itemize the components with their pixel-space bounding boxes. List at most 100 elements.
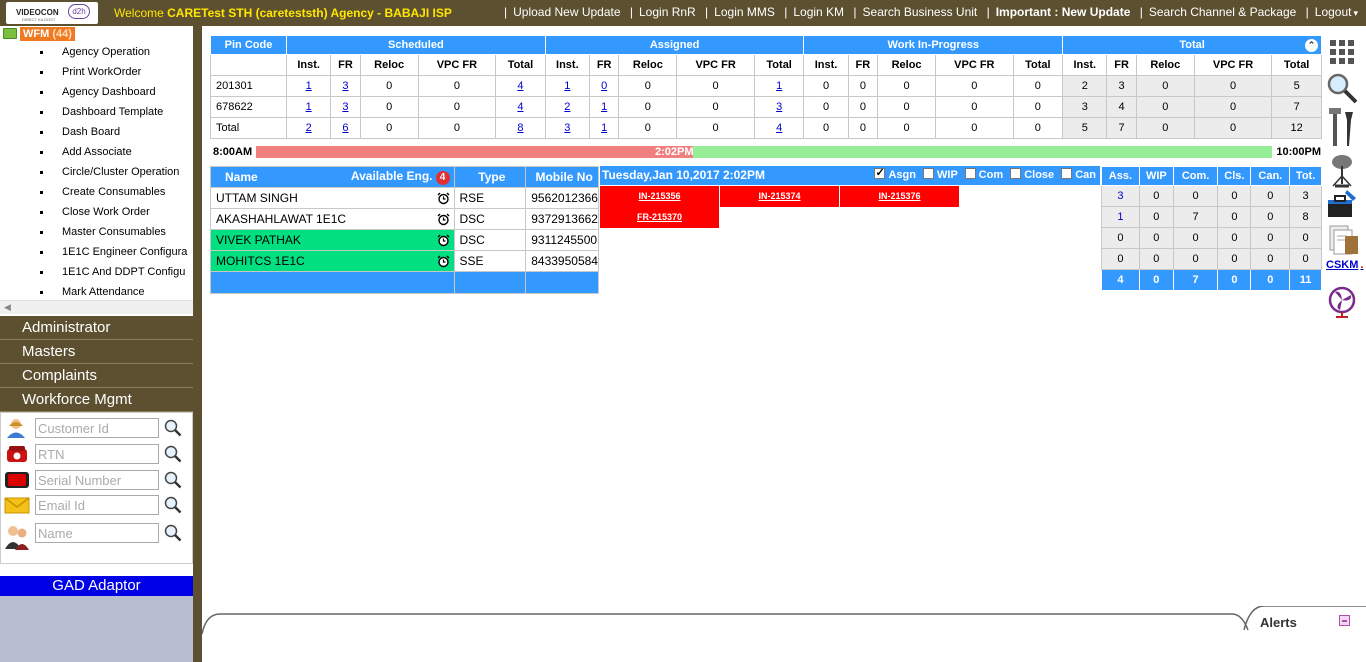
wfm-label[interactable]: WFM (44) xyxy=(20,27,75,41)
toolbox-icon[interactable] xyxy=(1325,188,1359,220)
satellite-dish-icon[interactable] xyxy=(1325,152,1359,188)
important-new-update-link[interactable]: Important : New Update xyxy=(996,5,1131,19)
engineer-row-available[interactable]: VIVEK PATHAK DSC 9311245500 xyxy=(210,229,599,251)
gad-adaptor-bar[interactable]: GAD Adaptor xyxy=(0,576,193,596)
logout-link[interactable]: Logout xyxy=(1315,5,1352,19)
job-fr-215370[interactable]: FR-215370 xyxy=(600,207,719,228)
schedule-subheader: Reloc xyxy=(618,54,678,76)
email-id-input[interactable] xyxy=(35,495,159,515)
schedule-count-link[interactable]: 1 xyxy=(601,122,607,134)
job-in-215376[interactable]: IN-215376 xyxy=(840,186,959,207)
customer-id-input[interactable] xyxy=(35,418,159,438)
schedule-count-link[interactable]: 3 xyxy=(342,80,348,92)
alarm-clock-icon[interactable] xyxy=(437,213,450,226)
schedule-count-link[interactable]: 0 xyxy=(601,80,607,92)
login-rnr-link[interactable]: Login RnR xyxy=(639,5,696,19)
menu-item-dash-board[interactable]: Dash Board xyxy=(40,124,187,144)
search-channel-package-link[interactable]: Search Channel & Package xyxy=(1149,5,1296,19)
schedule-count-cell: 0 xyxy=(1135,117,1195,139)
menu-item-1e1c-engineer-config[interactable]: 1E1C Engineer Configura xyxy=(40,244,187,264)
customer-id-search-icon[interactable] xyxy=(164,419,182,437)
menu-item-dashboard-template[interactable]: Dashboard Template xyxy=(40,104,187,124)
accordion-workforce-mgmt[interactable]: Workforce Mgmt xyxy=(0,388,193,412)
schedule-count-link[interactable]: 3 xyxy=(564,122,570,134)
engineer-name[interactable]: VIVEK PATHAK xyxy=(210,229,455,251)
count-row: 000000 xyxy=(1101,227,1322,249)
available-count-badge: 4 xyxy=(435,171,450,185)
tools-icon[interactable] xyxy=(1325,108,1359,148)
assigned-count-link[interactable]: 3 xyxy=(1117,190,1123,202)
schedule-count-link[interactable]: 4 xyxy=(776,122,782,134)
accordion-complaints[interactable]: Complaints xyxy=(0,364,193,388)
alarm-clock-icon[interactable] xyxy=(437,255,450,268)
filter-wip-checkbox[interactable] xyxy=(923,168,935,179)
job-in-215356[interactable]: IN-215356 xyxy=(600,186,719,207)
upload-new-update-link[interactable]: Upload New Update xyxy=(513,5,620,19)
menu-horizontal-scrollbar[interactable]: ◀ xyxy=(0,300,193,314)
engineer-table: Name Available Eng. 4 Type Mobile No UTTA… xyxy=(210,166,599,294)
menu-item-create-consumables[interactable]: Create Consumables xyxy=(40,184,187,204)
menu-item-add-associate[interactable]: Add Associate xyxy=(40,144,187,164)
menu-item-master-consumables[interactable]: Master Consumables xyxy=(40,224,187,244)
search-business-unit-link[interactable]: Search Business Unit xyxy=(863,5,978,19)
rtn-search-icon[interactable] xyxy=(164,445,182,463)
menu-item-mark-attendance[interactable]: Mark Attendance xyxy=(40,284,187,300)
schedule-count-link[interactable]: 2 xyxy=(306,122,312,134)
engineer-name[interactable]: AKASHAHLAWAT 1E1C xyxy=(210,208,455,230)
engineer-name[interactable]: MOHITCS 1E1C xyxy=(210,250,455,272)
engineer-name[interactable]: UTTAM SINGH xyxy=(210,187,455,209)
filter-can-checkbox[interactable] xyxy=(1061,168,1073,179)
name-search-icon[interactable] xyxy=(164,524,182,542)
engineer-row-available[interactable]: MOHITCS 1E1C SSE 8433950584 xyxy=(210,250,599,272)
engineer-row[interactable]: AKASHAHLAWAT 1E1C DSC 9372913662 xyxy=(210,208,599,230)
schedule-count-link[interactable]: 4 xyxy=(517,101,523,113)
menu-item-print-workorder[interactable]: Print WorkOrder xyxy=(40,64,187,84)
schedule-count-link[interactable]: 3 xyxy=(342,101,348,113)
job-in-215374[interactable]: IN-215374 xyxy=(720,186,839,207)
fan-icon[interactable] xyxy=(1325,286,1359,318)
menu-item-agency-dashboard[interactable]: Agency Dashboard xyxy=(40,84,187,104)
search-icon[interactable] xyxy=(1325,72,1359,104)
schedule-count-link[interactable]: 2 xyxy=(564,101,570,113)
engineer-row[interactable]: UTTAM SINGH RSE 9562012366 xyxy=(210,187,599,209)
menu-item-1e1c-ddpt-config[interactable]: 1E1C And DDPT Configu xyxy=(40,264,187,284)
documents-icon[interactable] xyxy=(1325,224,1359,256)
accordion-masters[interactable]: Masters xyxy=(0,340,193,364)
schedule-count-link[interactable]: 1 xyxy=(306,101,312,113)
logout-dropdown-icon[interactable]: ▾ xyxy=(1353,8,1358,18)
schedule-count-link[interactable]: 8 xyxy=(517,122,523,134)
scroll-left-icon[interactable]: ◀ xyxy=(4,302,11,313)
schedule-count-link[interactable]: 3 xyxy=(776,101,782,113)
email-id-search-icon[interactable] xyxy=(164,496,182,514)
accordion-administrator[interactable]: Administrator xyxy=(0,316,193,340)
serial-number-search-icon[interactable] xyxy=(164,471,182,489)
schedule-count-link[interactable]: 6 xyxy=(342,122,348,134)
schedule-count-link[interactable]: 1 xyxy=(306,80,312,92)
alarm-clock-icon[interactable] xyxy=(437,192,450,205)
schedule-count-link[interactable]: 1 xyxy=(564,80,570,92)
filter-close-checkbox[interactable] xyxy=(1010,168,1022,179)
name-input[interactable] xyxy=(35,523,159,543)
login-km-link[interactable]: Login KM xyxy=(793,5,844,19)
serial-number-input[interactable] xyxy=(35,470,159,490)
assigned-count-link[interactable]: 1 xyxy=(1117,211,1123,223)
alarm-clock-icon[interactable] xyxy=(437,234,450,247)
filter-com-checkbox[interactable] xyxy=(964,168,976,179)
filter-asgn-checkbox[interactable] xyxy=(874,166,886,179)
cskm-link[interactable]: CSKM. xyxy=(1326,259,1363,271)
schedule-count-link[interactable]: 4 xyxy=(517,80,523,92)
collapse-up-icon[interactable]: ⌃ xyxy=(1305,39,1318,52)
schedule-count-cell: 12 xyxy=(1271,117,1322,139)
schedule-count-link[interactable]: 1 xyxy=(776,80,782,92)
menu-item-circle-cluster-operation[interactable]: Circle/Cluster Operation xyxy=(40,164,187,184)
timeline-remaining xyxy=(693,146,1272,158)
menu-item-close-work-order[interactable]: Close Work Order xyxy=(40,204,187,224)
alerts-tab-label[interactable]: Alerts xyxy=(1260,615,1297,630)
engineer-mobile: 9372913662 xyxy=(525,208,599,230)
login-mms-link[interactable]: Login MMS xyxy=(714,5,775,19)
rtn-input[interactable] xyxy=(35,444,159,464)
apps-grid-icon[interactable] xyxy=(1325,36,1359,68)
menu-item-agency-operation[interactable]: Agency Operation xyxy=(40,44,187,64)
schedule-count-link[interactable]: 1 xyxy=(601,101,607,113)
alerts-minimize-icon[interactable] xyxy=(1339,615,1350,626)
